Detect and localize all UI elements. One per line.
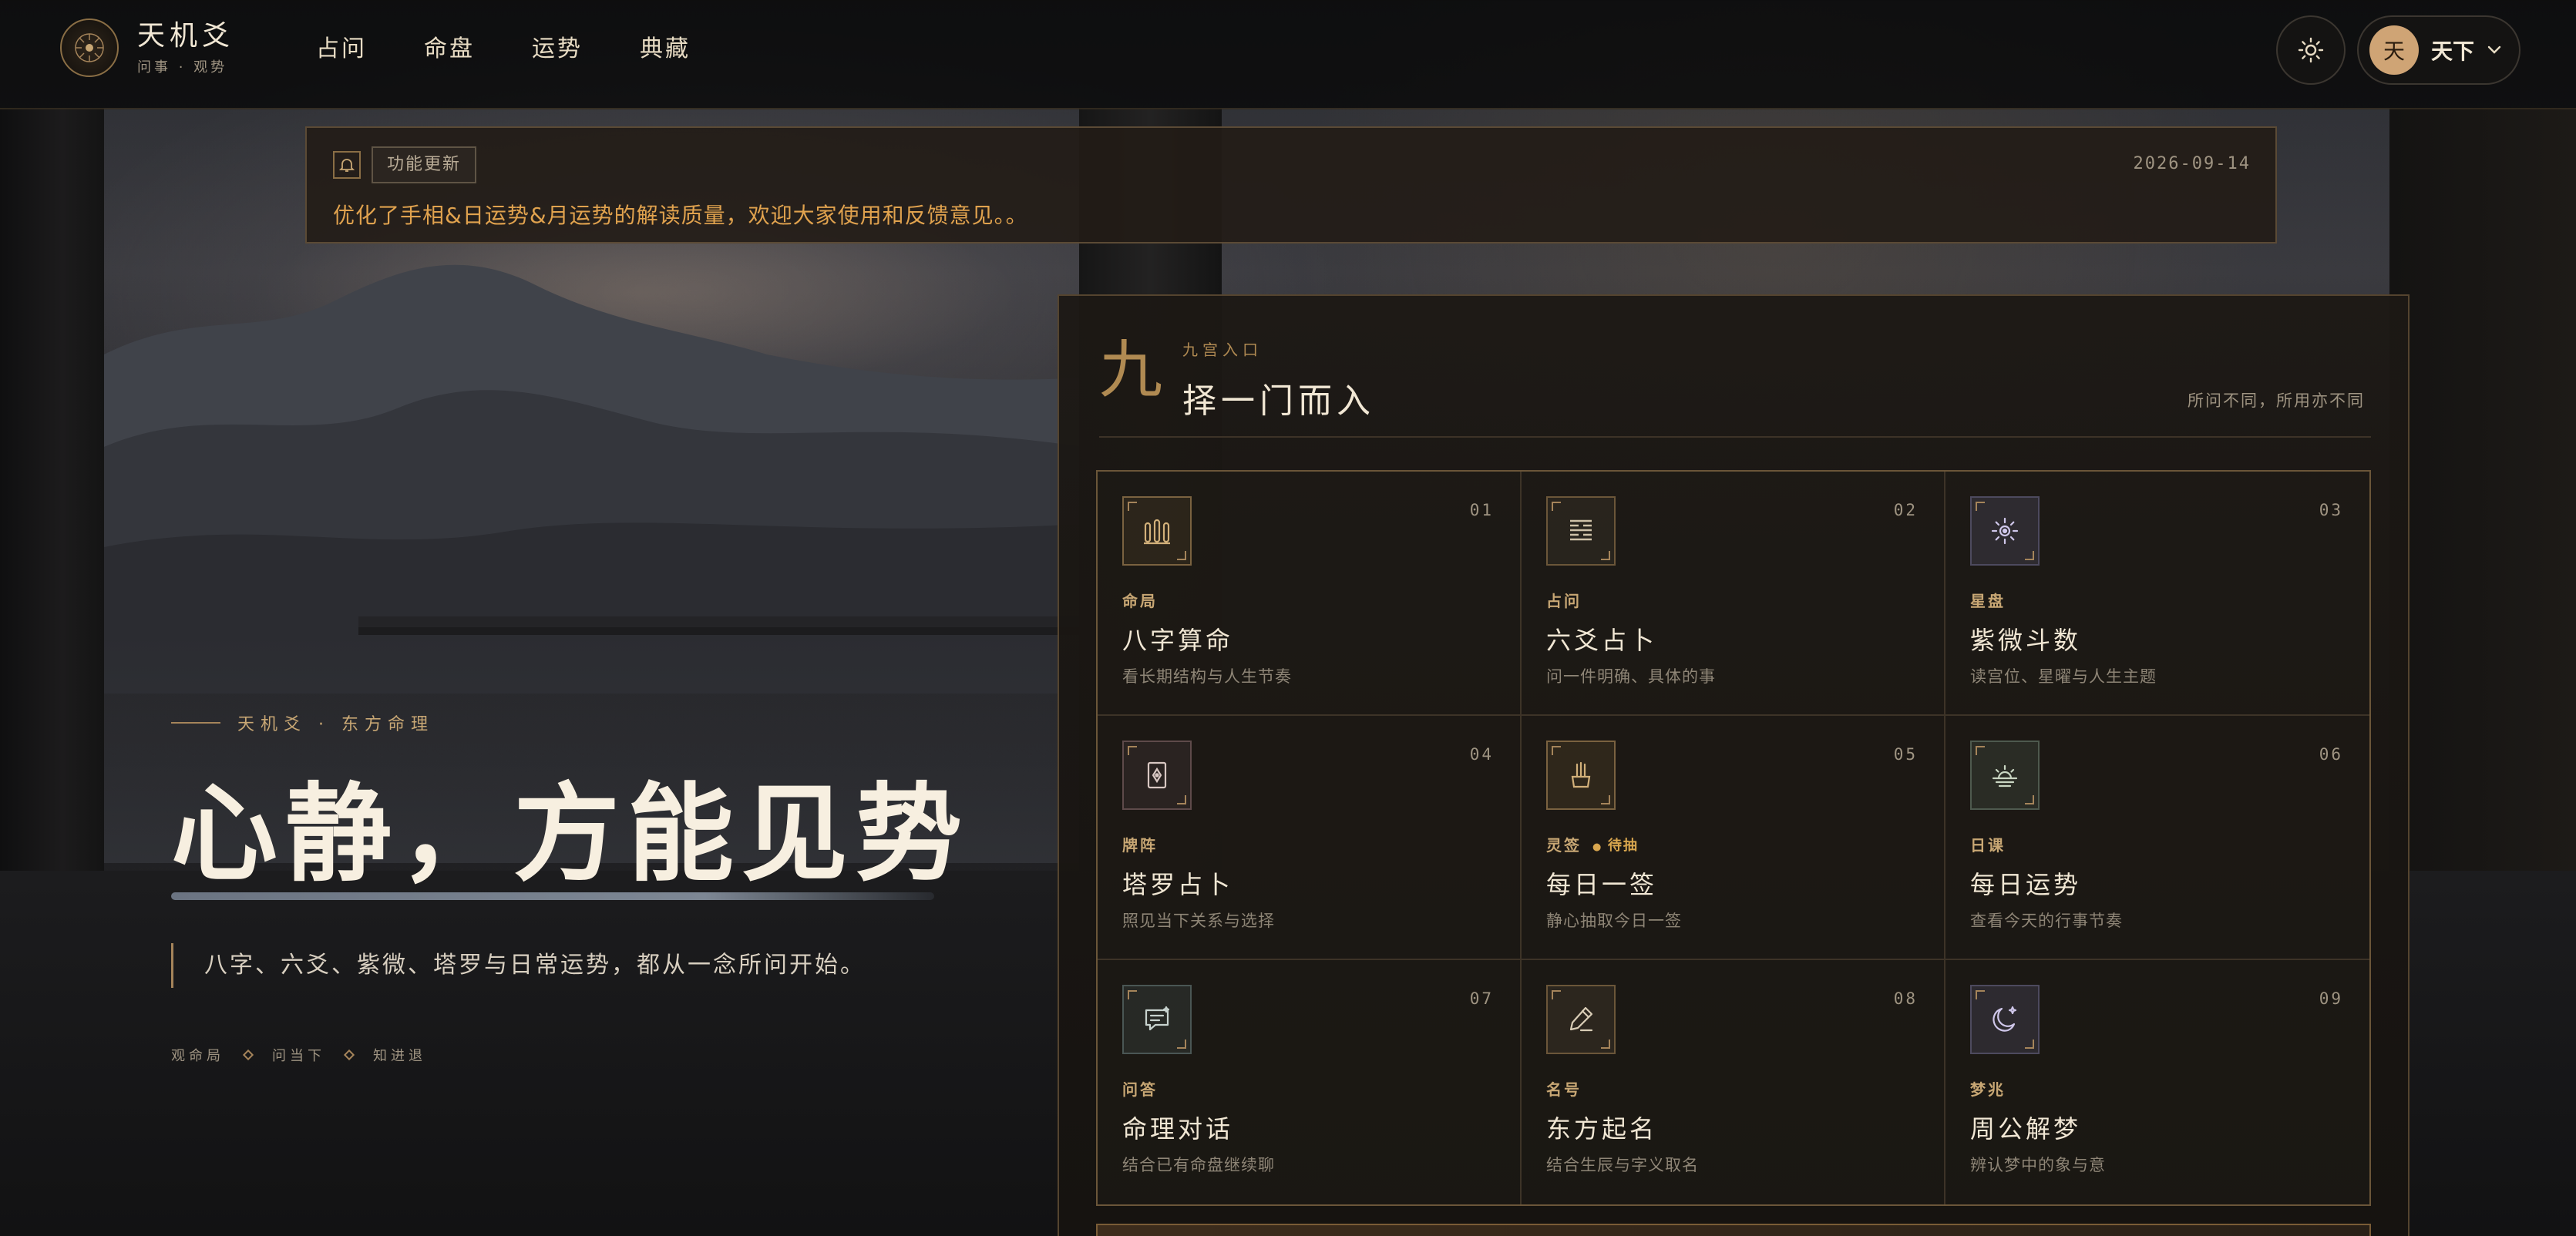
hero-kicker-text: 天机爻 · 东方命理 [237,715,434,734]
card-desc: 结合生辰与字义取名 [1546,1156,1699,1174]
panel-header: 九 九宫入口 择一门而入 所问不同，所用亦不同 [1099,328,2371,438]
hero-subtitle: 八字、六爻、紫微、塔罗与日常运势，都从一念所问开始。 [171,943,866,988]
card-index: 08 [1893,989,1918,1008]
card-name: 每日一签 [1546,870,1658,899]
card-category: 问答 [1122,1080,1158,1099]
notice-message: 优化了手相&日运势&月运势的解读质量，欢迎大家使用和反馈意见。。 [333,203,1028,228]
sun-icon [2298,37,2324,63]
brand-name: 天机爻 [137,20,235,52]
entry-card-liuyao[interactable]: 02 占问 六爻占卜 问一件明确、具体的事 [1522,472,1945,716]
fortune-sticks-icon [1546,741,1616,810]
card-name: 八字算命 [1122,626,1234,655]
notice-tag: 功能更新 [372,146,477,183]
nav-item-mingpan[interactable]: 命盘 [424,31,475,68]
entry-card-dream[interactable]: 09 梦兆 周公解梦 辨认梦中的象与意 [1945,960,2369,1204]
notice-date: 2026-09-14 [2133,154,2251,173]
card-index: 07 [1469,989,1494,1008]
hero-tag: 问当下 [272,1048,325,1064]
card-index: 04 [1469,745,1494,764]
card-desc: 读宫位、星曜与人生主题 [1970,667,2157,686]
card-desc: 静心抽取今日一签 [1546,912,1682,930]
theme-toggle-button[interactable] [2276,15,2346,85]
panel-note: 所问不同，所用亦不同 [2188,391,2365,410]
card-name: 六爻占卜 [1546,626,1658,655]
panel-kicker: 九宫入口 [1182,341,1263,359]
star-sun-icon [1970,496,2040,566]
hero-tag: 知进退 [373,1048,426,1064]
sunrise-icon [1970,741,2040,810]
panel-title: 择一门而入 [1182,381,1375,421]
nav-item-yunshi[interactable]: 运势 [532,31,583,68]
brand-logo-icon [60,18,119,77]
hero-tags: 观命局 问当下 知进退 [171,1045,426,1065]
card-category: 星盘 [1970,592,2006,610]
moon-stars-icon [1970,985,2040,1054]
entry-card-chat[interactable]: 07 问答 命理对话 结合已有命盘继续聊 [1098,960,1522,1204]
card-desc: 照见当下关系与选择 [1122,912,1275,930]
bazi-pillars-icon [1122,496,1192,566]
entry-card-ziwei[interactable]: 03 星盘 紫微斗数 读宫位、星曜与人生主题 [1945,472,2369,716]
update-notice[interactable]: 功能更新 2026-09-14 优化了手相&日运势&月运势的解读质量，欢迎大家使… [305,126,2277,244]
diamond-separator-icon [343,1049,355,1061]
chat-icon [1122,985,1192,1054]
card-index: 05 [1893,745,1918,764]
diamond-separator-icon [242,1049,254,1061]
card-desc: 看长期结构与人生节奏 [1122,667,1292,686]
brand[interactable]: 天机爻 问事 · 观势 [60,18,234,77]
card-index: 03 [2319,501,2343,519]
card-name: 紫微斗数 [1970,626,2082,655]
card-name: 命理对话 [1122,1114,1234,1144]
user-name: 天下 [2431,39,2475,64]
user-menu-button[interactable]: 天 天下 [2357,15,2521,85]
hero-title: 心静，方能见势 [171,771,970,896]
nav-item-zhanwen[interactable]: 占问 [316,31,367,68]
card-category: 牌阵 [1122,836,1158,855]
card-name: 每日运势 [1970,870,2082,899]
tarot-card-icon [1122,741,1192,810]
card-desc: 查看今天的行事节奏 [1970,912,2123,930]
bell-icon [333,151,361,179]
panel-numeral: 九 [1099,334,1163,407]
card-desc: 辨认梦中的象与意 [1970,1156,2106,1174]
card-index: 06 [2319,745,2343,764]
card-category: 梦兆 [1970,1080,2006,1099]
card-index: 09 [2319,989,2343,1008]
card-desc: 问一件明确、具体的事 [1546,667,1716,686]
avatar: 天 [2369,25,2419,75]
card-index: 01 [1469,501,1494,519]
hero-title-underline [171,892,934,900]
entry-card-daily-fortune[interactable]: 06 日课 每日运势 查看今天的行事节奏 [1945,716,2369,960]
hero-tag: 观命局 [171,1048,224,1064]
brand-tagline: 问事 · 观势 [137,59,228,76]
nine-palace-panel: 九 九宫入口 择一门而入 所问不同，所用亦不同 01 命局 八字算命 看长期结构… [1058,294,2410,1236]
card-category: 灵签待抽 [1546,833,1639,855]
entry-card-daily-lot[interactable]: 05 灵签待抽 每日一签 静心抽取今日一签 [1522,716,1945,960]
card-category: 命局 [1122,592,1158,610]
card-category: 占问 [1546,592,1582,610]
entry-card-bazi[interactable]: 01 命局 八字算命 看长期结构与人生节奏 [1098,472,1522,716]
top-header: 天机爻 问事 · 观势 占问 命盘 运势 典藏 天 天下 [0,0,2576,108]
entry-card-tarot[interactable]: 04 牌阵 塔罗占卜 照见当下关系与选择 [1098,716,1522,960]
entry-grid: 01 命局 八字算命 看长期结构与人生节奏 02 占问 六爻占卜 问一件明确、具… [1096,470,2371,1206]
brush-pen-icon [1546,985,1616,1054]
entry-card-naming[interactable]: 08 名号 东方起名 结合生辰与字义取名 [1522,960,1945,1204]
pending-badge: 待抽 [1592,835,1639,855]
mountains-illustration [104,264,1083,694]
card-name: 塔罗占卜 [1122,870,1234,899]
panel-next-section [1096,1224,2371,1236]
card-desc: 结合已有命盘继续聊 [1122,1156,1275,1174]
hexagram-icon [1546,496,1616,566]
card-category: 日课 [1970,836,2006,855]
kicker-line [171,722,220,724]
chevron-down-icon [2487,45,2501,54]
main-nav: 占问 命盘 运势 典藏 [316,31,691,68]
hero-kicker: 天机爻 · 东方命理 [171,710,434,735]
nav-item-diancang[interactable]: 典藏 [640,31,691,68]
card-name: 东方起名 [1546,1114,1658,1144]
card-category: 名号 [1546,1080,1582,1099]
card-name: 周公解梦 [1970,1114,2082,1144]
card-index: 02 [1893,501,1918,519]
